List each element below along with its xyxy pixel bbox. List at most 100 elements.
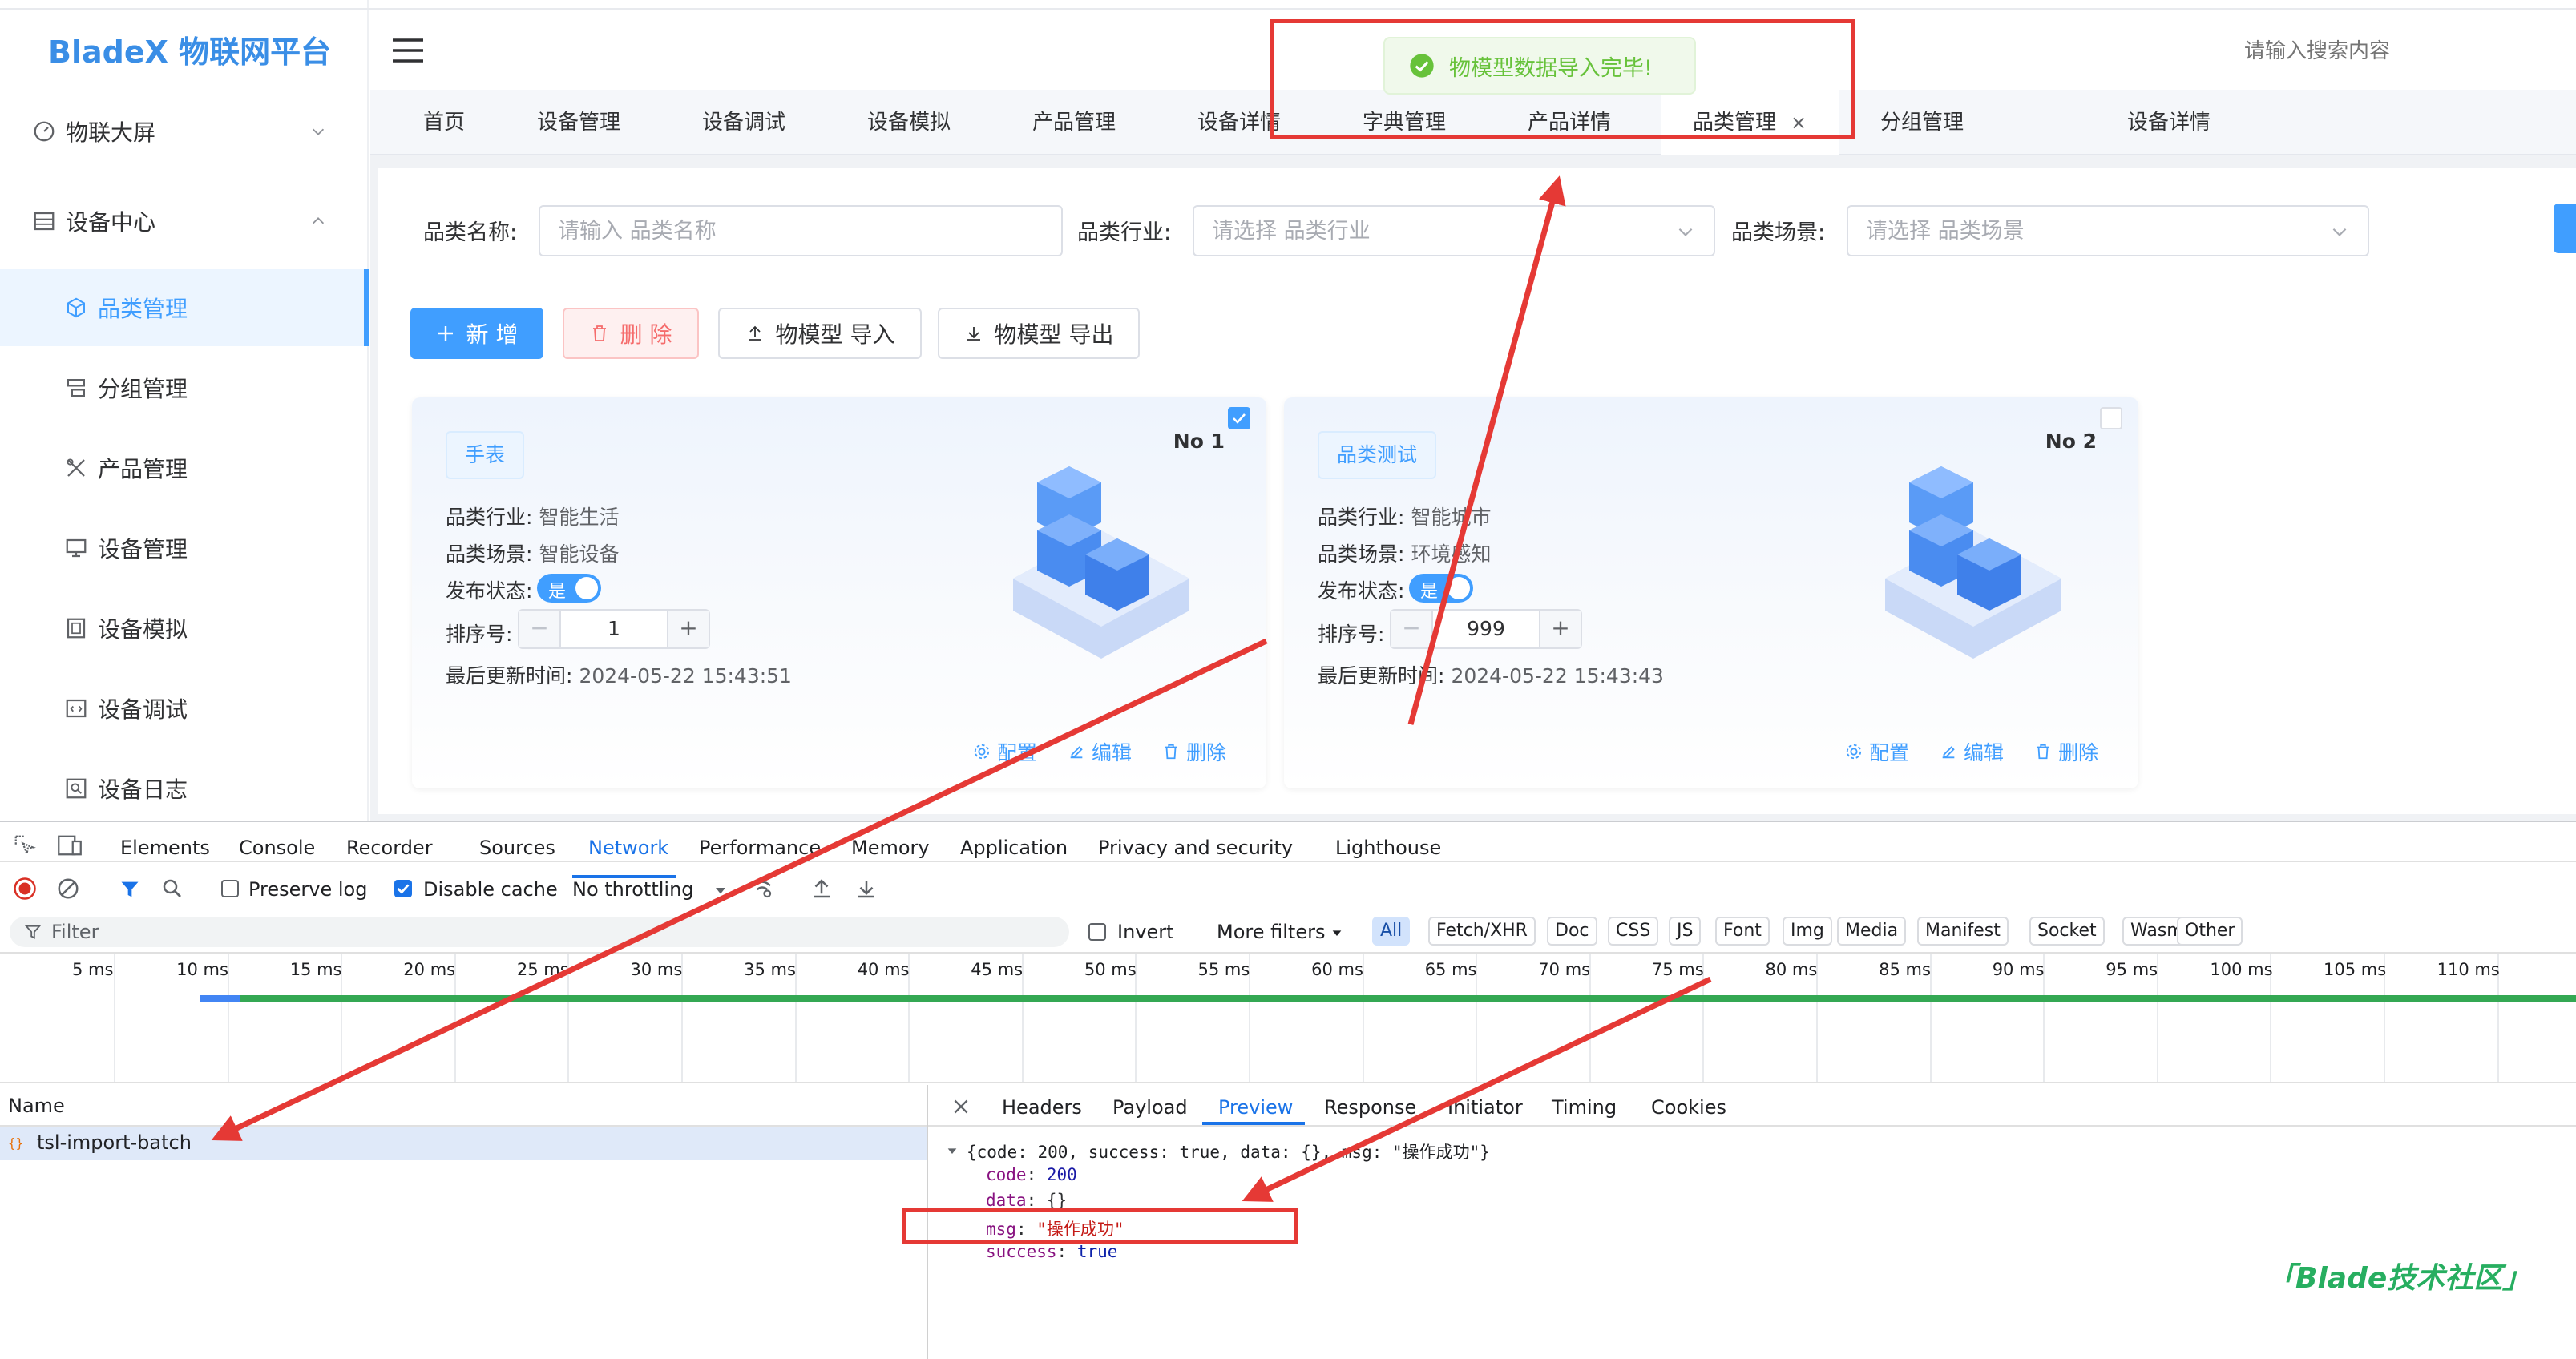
sidebar-item-device[interactable]: 设备管理 [0, 510, 369, 587]
detail-tab-headers[interactable]: Headers [1002, 1096, 1082, 1119]
tab-device-detail[interactable]: 设备详情 [1197, 90, 1281, 155]
global-search-input[interactable] [2244, 35, 2549, 67]
inspect-element-icon[interactable] [13, 833, 37, 857]
throttling-select[interactable]: No throttling [572, 878, 694, 901]
category-industry-select[interactable] [1193, 205, 1715, 256]
card-checkbox-unchecked[interactable] [2100, 407, 2122, 429]
stepper-value[interactable]: 1 [561, 611, 667, 647]
chip-font[interactable]: Font [1715, 917, 1770, 946]
tab-group-manage[interactable]: 分组管理 [1880, 90, 1964, 155]
detail-tab-cookies[interactable]: Cookies [1651, 1096, 1726, 1119]
scene-label: 品类场景: [446, 542, 533, 566]
sidebar-item-log[interactable]: 设备日志 [0, 750, 369, 827]
close-icon[interactable] [951, 1096, 971, 1117]
name-column-header[interactable]: Name [8, 1095, 65, 1117]
search-icon[interactable] [160, 877, 184, 901]
chip-socket[interactable]: Socket [2029, 917, 2105, 946]
request-name[interactable]: tsl-import-batch [37, 1131, 192, 1154]
edit-action[interactable]: 编辑 [1068, 737, 1132, 766]
devtools-tab-application[interactable]: Application [960, 837, 1068, 859]
chip-fetch-xhr[interactable]: Fetch/XHR [1428, 917, 1536, 946]
sidebar-item-simulate[interactable]: 设备模拟 [0, 590, 369, 667]
devtools-tab-memory[interactable]: Memory [851, 837, 930, 859]
edit-action[interactable]: 编辑 [1940, 737, 2004, 766]
preserve-log-checkbox[interactable] [221, 880, 239, 897]
search-button-edge[interactable] [2554, 204, 2576, 253]
devtools-tab-sources[interactable]: Sources [479, 837, 555, 859]
import-tsl-button[interactable]: 物模型 导入 [718, 308, 922, 359]
chip-all[interactable]: All [1372, 917, 1411, 946]
card-checkbox-checked[interactable] [1228, 407, 1250, 429]
record-stop-icon[interactable] [13, 877, 37, 901]
devtools-tab-network[interactable]: Network [588, 837, 668, 859]
delete-button[interactable]: 删 除 [563, 308, 699, 359]
timeline-tick-label: 45 ms [971, 960, 1024, 979]
config-action[interactable]: 配置 [973, 737, 1037, 766]
filter-icon[interactable] [119, 878, 141, 901]
export-har-icon[interactable] [854, 877, 878, 901]
tab-home[interactable]: 首页 [423, 90, 465, 155]
network-timeline[interactable] [0, 952, 2576, 1083]
timeline-tick-label: 80 ms [1765, 960, 1818, 979]
import-har-icon[interactable] [810, 877, 834, 901]
detail-tab-initiator[interactable]: Initiator [1447, 1096, 1523, 1119]
stepper-minus-button[interactable]: − [519, 611, 561, 647]
tab-product-manage[interactable]: 产品管理 [1032, 90, 1116, 155]
clear-icon[interactable] [56, 877, 80, 901]
chip-other[interactable]: Other [2177, 917, 2243, 946]
stepper-value[interactable]: 999 [1433, 611, 1539, 647]
devtools-tab-recorder[interactable]: Recorder [346, 837, 433, 859]
chip-manifest[interactable]: Manifest [1917, 917, 2009, 946]
hamburger-menu-icon[interactable] [391, 37, 425, 64]
detail-tab-payload[interactable]: Payload [1112, 1096, 1188, 1119]
tab-device-detail-2[interactable]: 设备详情 [2127, 90, 2211, 155]
card-actions: 配置 编辑 删除 [943, 737, 1226, 766]
publish-switch[interactable]: 是 [537, 574, 601, 603]
network-filter-input[interactable] [10, 917, 1069, 947]
category-scene-select[interactable] [1847, 205, 2369, 256]
chip-js[interactable]: JS [1669, 917, 1702, 946]
export-tsl-button[interactable]: 物模型 导出 [938, 308, 1140, 359]
delete-action[interactable]: 删除 [2034, 737, 2098, 766]
network-conditions-icon[interactable] [750, 877, 774, 901]
disable-cache-checkbox[interactable] [394, 880, 412, 897]
toolbar-divider [0, 861, 2576, 862]
timeline-tick-label: 95 ms [2106, 960, 2158, 979]
detail-tab-timing[interactable]: Timing [1552, 1096, 1617, 1119]
sidebar-group-device-center[interactable]: 设备中心 [0, 184, 369, 258]
devtools-tab-lighthouse[interactable]: Lighthouse [1335, 837, 1441, 859]
devtools-tab-privacy[interactable]: Privacy and security [1098, 837, 1293, 859]
detail-tab-response[interactable]: Response [1324, 1096, 1416, 1119]
stepper-minus-button[interactable]: − [1391, 611, 1433, 647]
more-filters-dropdown[interactable]: More filters [1217, 921, 1325, 943]
add-button[interactable]: 新 增 [410, 308, 543, 359]
tab-device-simulate[interactable]: 设备模拟 [867, 90, 951, 155]
caret-down-icon[interactable] [946, 1144, 959, 1157]
devtools-tab-console[interactable]: Console [239, 837, 315, 859]
sidebar-group-iot-screen[interactable]: 物联大屏 [0, 95, 369, 168]
device-toolbar-icon[interactable] [56, 833, 83, 857]
chip-media[interactable]: Media [1837, 917, 1907, 946]
stepper-plus-button[interactable]: + [1539, 611, 1581, 647]
detail-tab-preview[interactable]: Preview [1218, 1096, 1293, 1119]
devtools-tab-elements[interactable]: Elements [120, 837, 210, 859]
tab-device-manage[interactable]: 设备管理 [537, 90, 620, 155]
delete-action[interactable]: 删除 [1162, 737, 1226, 766]
invert-checkbox[interactable] [1088, 923, 1106, 941]
sidebar-item-product[interactable]: 产品管理 [0, 429, 369, 506]
devtools-tab-performance[interactable]: Performance [699, 837, 821, 859]
sidebar-item-group[interactable]: 分组管理 [0, 349, 369, 426]
publish-switch[interactable]: 是 [1409, 574, 1473, 603]
chip-doc[interactable]: Doc [1547, 917, 1597, 946]
tab-device-debug[interactable]: 设备调试 [702, 90, 785, 155]
sort-stepper[interactable]: − 1 + [518, 609, 710, 649]
sort-stepper[interactable]: − 999 + [1390, 609, 1582, 649]
stepper-plus-button[interactable]: + [667, 611, 709, 647]
sidebar-item-category[interactable]: 品类管理 [0, 269, 369, 346]
chip-img[interactable]: Img [1783, 917, 1832, 946]
category-name-input[interactable] [539, 205, 1063, 256]
json-value: {} [1046, 1191, 1068, 1210]
config-action[interactable]: 配置 [1845, 737, 1909, 766]
chip-css[interactable]: CSS [1608, 917, 1659, 946]
sidebar-item-debug[interactable]: 设备调试 [0, 670, 369, 747]
